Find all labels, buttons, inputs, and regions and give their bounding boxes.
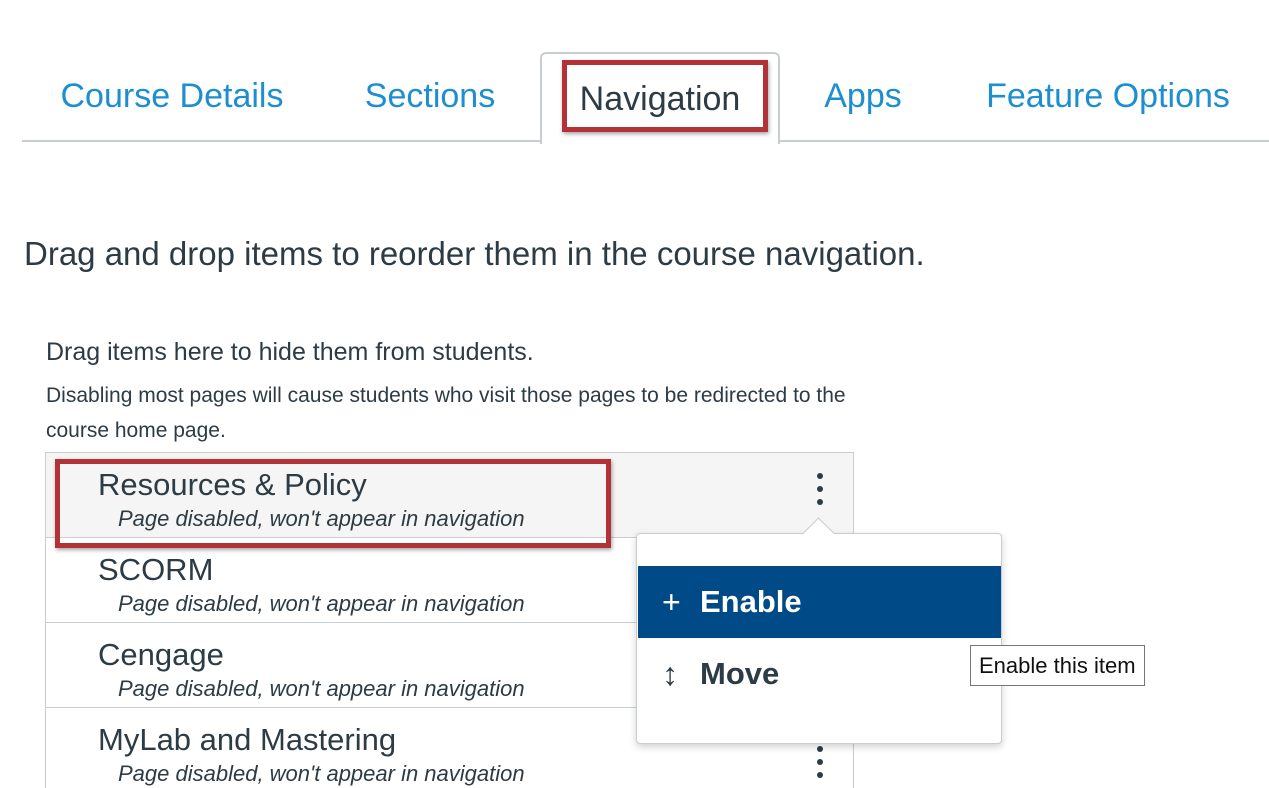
tab-course-details[interactable]: Course Details xyxy=(44,52,300,140)
list-item-title: Resources & Policy xyxy=(98,467,367,502)
enable-tooltip: Enable this item xyxy=(970,645,1145,686)
move-menu-item[interactable]: ↕ Move xyxy=(638,638,1001,710)
list-item-title: SCORM xyxy=(98,552,214,587)
hidden-items-note: Disabling most pages will cause students… xyxy=(46,384,846,442)
navigation-instructions: Drag and drop items to reorder them in t… xyxy=(24,235,925,272)
hidden-items-heading: Drag items here to hide them from studen… xyxy=(46,338,534,366)
list-item-title: Cengage xyxy=(98,637,224,672)
list-item-status: Page disabled, won't appear in navigatio… xyxy=(118,506,525,531)
list-item-status: Page disabled, won't appear in navigatio… xyxy=(118,761,525,786)
tab-feature-options[interactable]: Feature Options xyxy=(974,52,1242,140)
tab-apps[interactable]: Apps xyxy=(812,52,914,140)
tab-sections[interactable]: Sections xyxy=(346,52,514,140)
list-item-status: Page disabled, won't appear in navigatio… xyxy=(118,591,525,616)
course-settings-page: Course Details Sections Navigation Apps … xyxy=(0,0,1269,788)
list-item-resources-policy[interactable]: Resources & Policy Page disabled, won't … xyxy=(46,453,853,538)
item-options-menu: + Enable ↕ Move xyxy=(636,517,1002,744)
options-kebab-icon[interactable] xyxy=(812,471,828,507)
move-label: Move xyxy=(700,656,780,691)
settings-tabs: Course Details Sections Navigation Apps … xyxy=(22,52,1269,144)
list-item-title: MyLab and Mastering xyxy=(98,722,397,757)
list-item-status: Page disabled, won't appear in navigatio… xyxy=(118,676,525,701)
up-down-arrow-icon: ↕ xyxy=(662,655,678,692)
plus-icon: + xyxy=(662,583,681,620)
enable-menu-item[interactable]: + Enable xyxy=(638,566,1001,638)
enable-label: Enable xyxy=(700,584,802,619)
options-kebab-icon[interactable] xyxy=(812,744,828,780)
tab-navigation[interactable]: Navigation xyxy=(540,52,780,144)
